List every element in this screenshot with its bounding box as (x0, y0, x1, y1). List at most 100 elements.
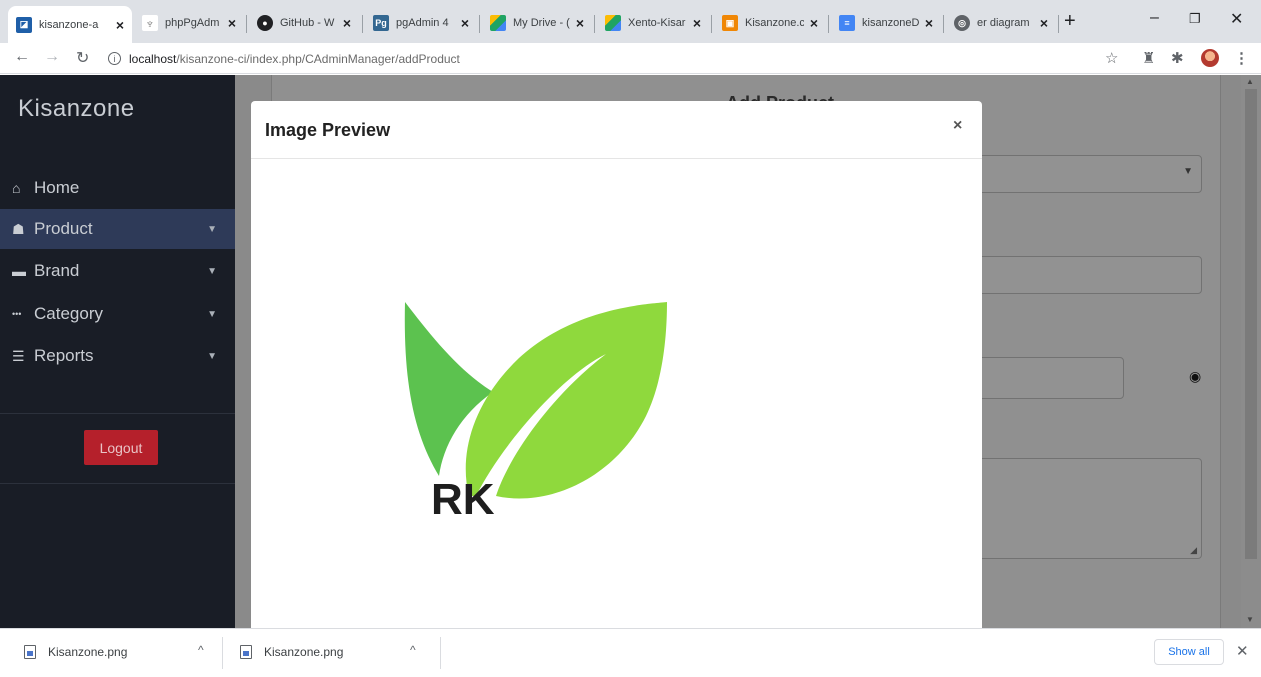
google-drive-favicon-icon (490, 15, 506, 31)
downloads-bar: Kisanzone.png ^ Kisanzone.png ^ Show all… (0, 628, 1261, 677)
browser-menu-icon[interactable]: ⋮ (1234, 49, 1249, 67)
browser-tab-drawio[interactable]: ▣ Kisanzone.c × (714, 8, 826, 38)
tab-separator (943, 15, 944, 33)
browser-tab-kisanzone[interactable]: ◪ kisanzone-a × (8, 6, 132, 43)
extensions-puzzle-icon[interactable]: ✱ (1171, 49, 1184, 67)
home-icon: ⌂ (12, 180, 21, 196)
tab-separator (828, 15, 829, 33)
tab-separator (362, 15, 363, 33)
url-host: localhost (129, 51, 177, 66)
image-file-icon (24, 645, 36, 659)
scrollbar-thumb[interactable] (1245, 89, 1257, 559)
tab-close-icon[interactable]: × (116, 17, 124, 33)
show-all-downloads-button[interactable]: Show all (1154, 639, 1224, 665)
download-item[interactable]: Kisanzone.png (24, 629, 127, 675)
restore-icon[interactable]: ❐ (1189, 11, 1201, 27)
chevron-down-icon: ▼ (207, 223, 217, 235)
tab-title: kisanzone-a (39, 18, 99, 31)
tab-close-icon[interactable]: × (925, 15, 933, 31)
tab-title: GitHub - W (280, 17, 335, 29)
google-docs-favicon-icon: ≡ (839, 15, 855, 31)
url-path: /kisanzone-ci/index.php/CAdminManager/ad… (176, 51, 460, 66)
sidebar: Kisanzone ⌂ Home ☗ Product ▼ ▬ Brand ▼ •… (0, 75, 235, 628)
tab-close-icon[interactable]: × (343, 15, 351, 31)
minimize-icon[interactable]: – (1150, 9, 1159, 27)
extension-bug-icon[interactable]: ♜ (1142, 49, 1155, 67)
sidebar-item-brand[interactable]: ▬ Brand ▼ (0, 251, 235, 291)
tab-close-icon[interactable]: × (810, 15, 818, 31)
tab-close-icon[interactable]: × (228, 15, 236, 31)
tab-separator (711, 15, 712, 33)
download-item[interactable]: Kisanzone.png (240, 629, 343, 675)
preview-image: RK (404, 302, 667, 524)
tab-close-icon[interactable]: × (693, 15, 701, 31)
product-category-select[interactable]: ▼ (972, 155, 1202, 193)
list-icon: ☰ (12, 347, 25, 364)
tab-separator (1058, 15, 1059, 33)
resize-handle-icon[interactable]: ◢ (1190, 545, 1197, 556)
address-bar[interactable]: i localhost/kisanzone-ci/index.php/CAdmi… (108, 47, 1128, 70)
kisanzone-favicon-icon: ◪ (16, 16, 32, 33)
sidebar-item-home[interactable]: ⌂ Home (0, 168, 235, 208)
chevron-down-icon: ▼ (207, 265, 217, 277)
browser-tab-xento[interactable]: Xento-Kisar × (597, 8, 709, 38)
sidebar-brand[interactable]: Kisanzone (18, 95, 135, 123)
chevron-down-icon: ▼ (207, 308, 217, 320)
bookmark-star-icon[interactable]: ☆ (1105, 49, 1118, 67)
chevron-up-icon[interactable]: ^ (410, 643, 416, 657)
browser-toolbar: ← → ↻ i localhost/kisanzone-ci/index.php… (0, 43, 1261, 74)
scroll-down-icon[interactable]: ▼ (1246, 615, 1254, 624)
product-description-textarea[interactable]: ◢ (972, 458, 1202, 559)
browser-tab-github[interactable]: ● GitHub - W × (249, 8, 359, 38)
scroll-up-icon[interactable]: ▲ (1246, 77, 1254, 86)
product-image-input[interactable] (972, 357, 1124, 399)
sidebar-item-category[interactable]: ••• Category ▼ (0, 294, 235, 334)
close-downloads-icon[interactable]: ✕ (1236, 642, 1249, 660)
tab-title: kisanzoneD (862, 17, 919, 29)
web-favicon-icon: ◎ (954, 15, 970, 31)
modal-header: Image Preview × (251, 101, 982, 159)
download-filename: Kisanzone.png (264, 645, 344, 659)
github-favicon-icon: ● (257, 15, 273, 31)
chevron-down-icon: ▼ (207, 350, 217, 362)
new-tab-plus-icon[interactable]: + (1064, 10, 1076, 33)
drawio-favicon-icon: ▣ (722, 15, 738, 31)
window-close-icon[interactable]: ✕ (1230, 9, 1243, 29)
page-scrollbar[interactable]: ▲ ▼ (1241, 75, 1261, 628)
browser-tab-pgadmin[interactable]: Pg pgAdmin 4 × (365, 8, 477, 38)
google-drive-favicon-icon (605, 15, 621, 31)
forward-arrow-icon[interactable]: → (44, 48, 60, 66)
logout-button[interactable]: Logout (84, 430, 158, 465)
product-name-input[interactable] (972, 256, 1202, 294)
tab-title: phpPgAdm (165, 17, 220, 29)
tab-title: er diagram (977, 17, 1030, 29)
eye-icon[interactable]: ◉ (1189, 368, 1201, 385)
briefcase-icon: ▬ (12, 263, 26, 279)
tab-close-icon[interactable]: × (1040, 15, 1048, 31)
sidebar-item-reports[interactable]: ☰ Reports ▼ (0, 336, 235, 376)
download-separator (222, 637, 223, 669)
back-arrow-icon[interactable]: ← (14, 48, 30, 66)
tab-close-icon[interactable]: × (461, 15, 469, 31)
tab-title: pgAdmin 4 (396, 17, 449, 29)
browser-tab-docs[interactable]: ≡ kisanzoneD × (831, 8, 941, 38)
browser-tab-phppgadmin[interactable]: ♆ phpPgAdm × (134, 8, 244, 38)
chevron-up-icon[interactable]: ^ (198, 643, 204, 657)
download-separator (440, 637, 441, 669)
download-filename: Kisanzone.png (48, 645, 128, 659)
tab-close-icon[interactable]: × (576, 15, 584, 31)
sidebar-item-product[interactable]: ☗ Product ▼ (0, 209, 235, 249)
sidebar-item-label: Brand (34, 261, 80, 280)
image-preview-modal: Image Preview × RK (251, 101, 982, 628)
preview-image-text: RK (431, 475, 495, 524)
modal-close-icon[interactable]: × (953, 117, 962, 135)
right-leaf-shape (465, 302, 667, 499)
reload-icon[interactable]: ↻ (76, 48, 89, 68)
site-info-icon[interactable]: i (108, 52, 121, 65)
browser-tab-my-drive[interactable]: My Drive - ( × (482, 8, 592, 38)
profile-avatar[interactable] (1201, 49, 1219, 67)
chevron-down-icon: ▼ (1183, 166, 1193, 177)
browser-tab-er-diagram[interactable]: ◎ er diagram × (946, 8, 1056, 38)
sidebar-item-label: Reports (34, 346, 94, 365)
tab-title: Xento-Kisar (628, 17, 686, 29)
